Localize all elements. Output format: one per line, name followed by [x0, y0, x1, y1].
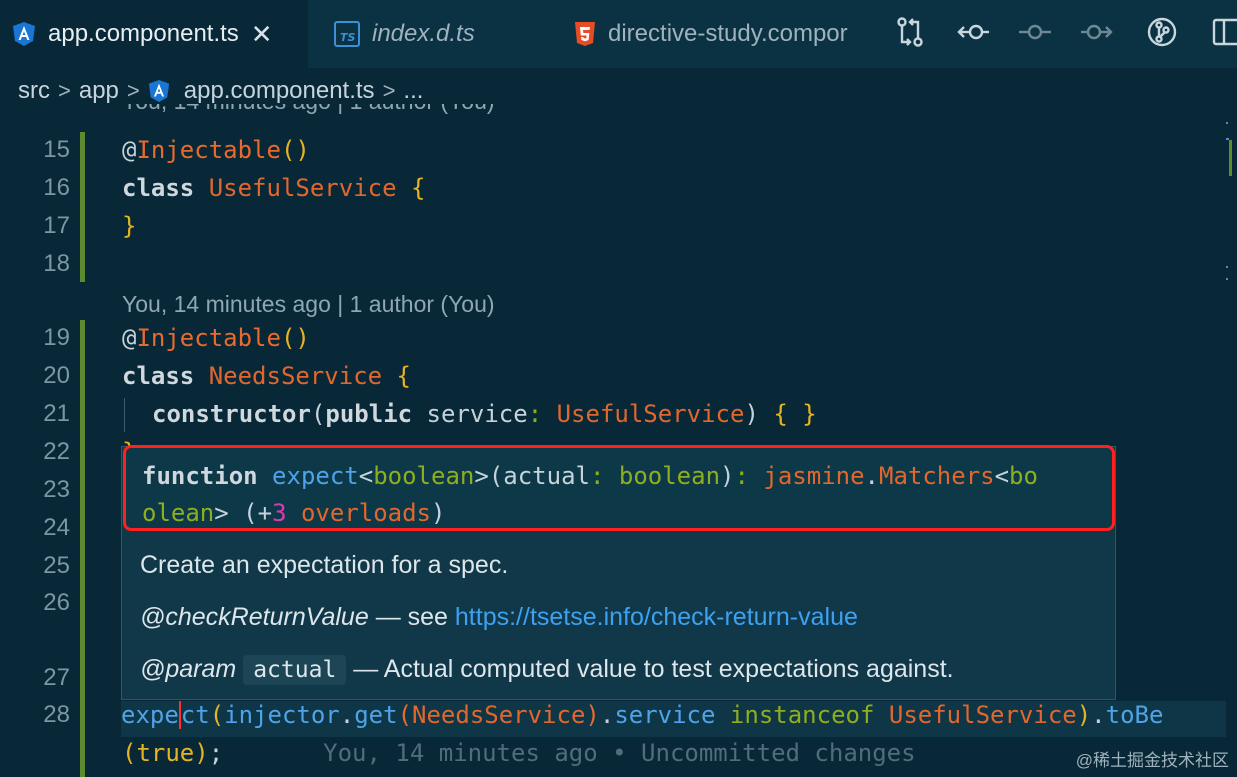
split-editor-icon[interactable] [1212, 16, 1237, 53]
commit-icon[interactable] [1018, 16, 1052, 53]
param-name: actual [243, 655, 347, 685]
svg-text:TS: TS [340, 31, 356, 44]
html5-icon [574, 21, 596, 47]
line-number: 21 [43, 400, 70, 427]
angular-icon [148, 79, 170, 103]
indent-guide [124, 398, 125, 432]
close-icon[interactable]: ✕ [251, 19, 273, 50]
tab-label: directive-study.compor [608, 20, 848, 47]
code-line-17: } [122, 212, 137, 240]
tab-directive-study[interactable]: directive-study.compor [560, 0, 880, 68]
line-number: 17 [43, 212, 70, 239]
codelens-author[interactable]: You, 14 minutes ago | 1 author (You) [122, 291, 495, 318]
line-number: 18 [43, 250, 70, 277]
git-added-indicator [80, 132, 85, 282]
hover-description: Create an expectation for a spec. [140, 551, 509, 579]
typescript-icon: TS [334, 21, 360, 47]
line-number: 19 [43, 324, 70, 351]
git-added-indicator [80, 320, 85, 777]
chevron-right-icon: > [382, 78, 396, 103]
codelens-author[interactable]: You, 14 minutes ago | 1 author (You) [122, 104, 495, 116]
source-control-compare-icon[interactable] [895, 16, 925, 53]
line-number: 22 [43, 438, 70, 465]
previous-change-icon[interactable] [956, 16, 990, 53]
code-line-19: @Injectable() [122, 324, 310, 352]
line-number: 27 [43, 664, 70, 691]
angular-icon [12, 21, 36, 47]
tab-app-component[interactable]: app.component.ts ✕ [0, 0, 308, 68]
code-line-15: @Injectable() [122, 136, 310, 164]
tab-bar: app.component.ts ✕ TS index.d.ts directi… [0, 0, 1237, 68]
tab-label: app.component.ts [48, 20, 239, 47]
line-number: 25 [43, 552, 70, 579]
breadcrumb-item-src[interactable]: src [18, 77, 50, 105]
line-number: 16 [43, 174, 70, 201]
watermark: @稀土掘金技术社区 [1075, 751, 1229, 770]
code-line-21: constructor(public service: UsefulServic… [152, 400, 817, 428]
git-blame-annotation: You, 14 minutes ago • Uncommitted change… [323, 739, 916, 767]
signature-highlight: function expect<boolean>(actual: boolean… [123, 445, 1115, 531]
chevron-right-icon: > [58, 78, 71, 103]
code-line-28: expect(injector.get(NeedsService).servic… [121, 701, 1226, 737]
hover-tag-param: @param actual — Actual computed value to… [140, 655, 954, 685]
breadcrumb-item-symbols[interactable]: ... [403, 77, 423, 105]
minimap[interactable] [1226, 114, 1232, 294]
code-line-20: class NeedsService { [122, 362, 411, 390]
code-line-28-wrap: (true); You, 14 minutes ago • Uncommitted… [122, 739, 916, 767]
breadcrumb-item-app[interactable]: app [79, 77, 119, 105]
line-number: 28 [43, 701, 70, 728]
line-number: 26 [43, 589, 70, 616]
hover-tag-check-return: @checkReturnValue — see https://tsetse.i… [140, 603, 858, 631]
chevron-right-icon: > [126, 78, 140, 103]
check-return-value-link[interactable]: https://tsetse.info/check-return-value [455, 603, 858, 631]
line-number: 20 [43, 362, 70, 389]
line-number: 23 [43, 476, 70, 503]
tab-label: index.d.ts [372, 20, 475, 47]
next-change-icon[interactable] [1080, 16, 1114, 53]
breadcrumb-item-file[interactable]: app.component.ts [184, 77, 375, 105]
tab-index-d-ts[interactable]: TS index.d.ts [318, 0, 550, 68]
line-number: 15 [43, 136, 70, 163]
code-line-16: class UsefulService { [122, 174, 426, 202]
git-graph-icon[interactable] [1146, 16, 1178, 53]
line-number: 24 [43, 514, 70, 541]
